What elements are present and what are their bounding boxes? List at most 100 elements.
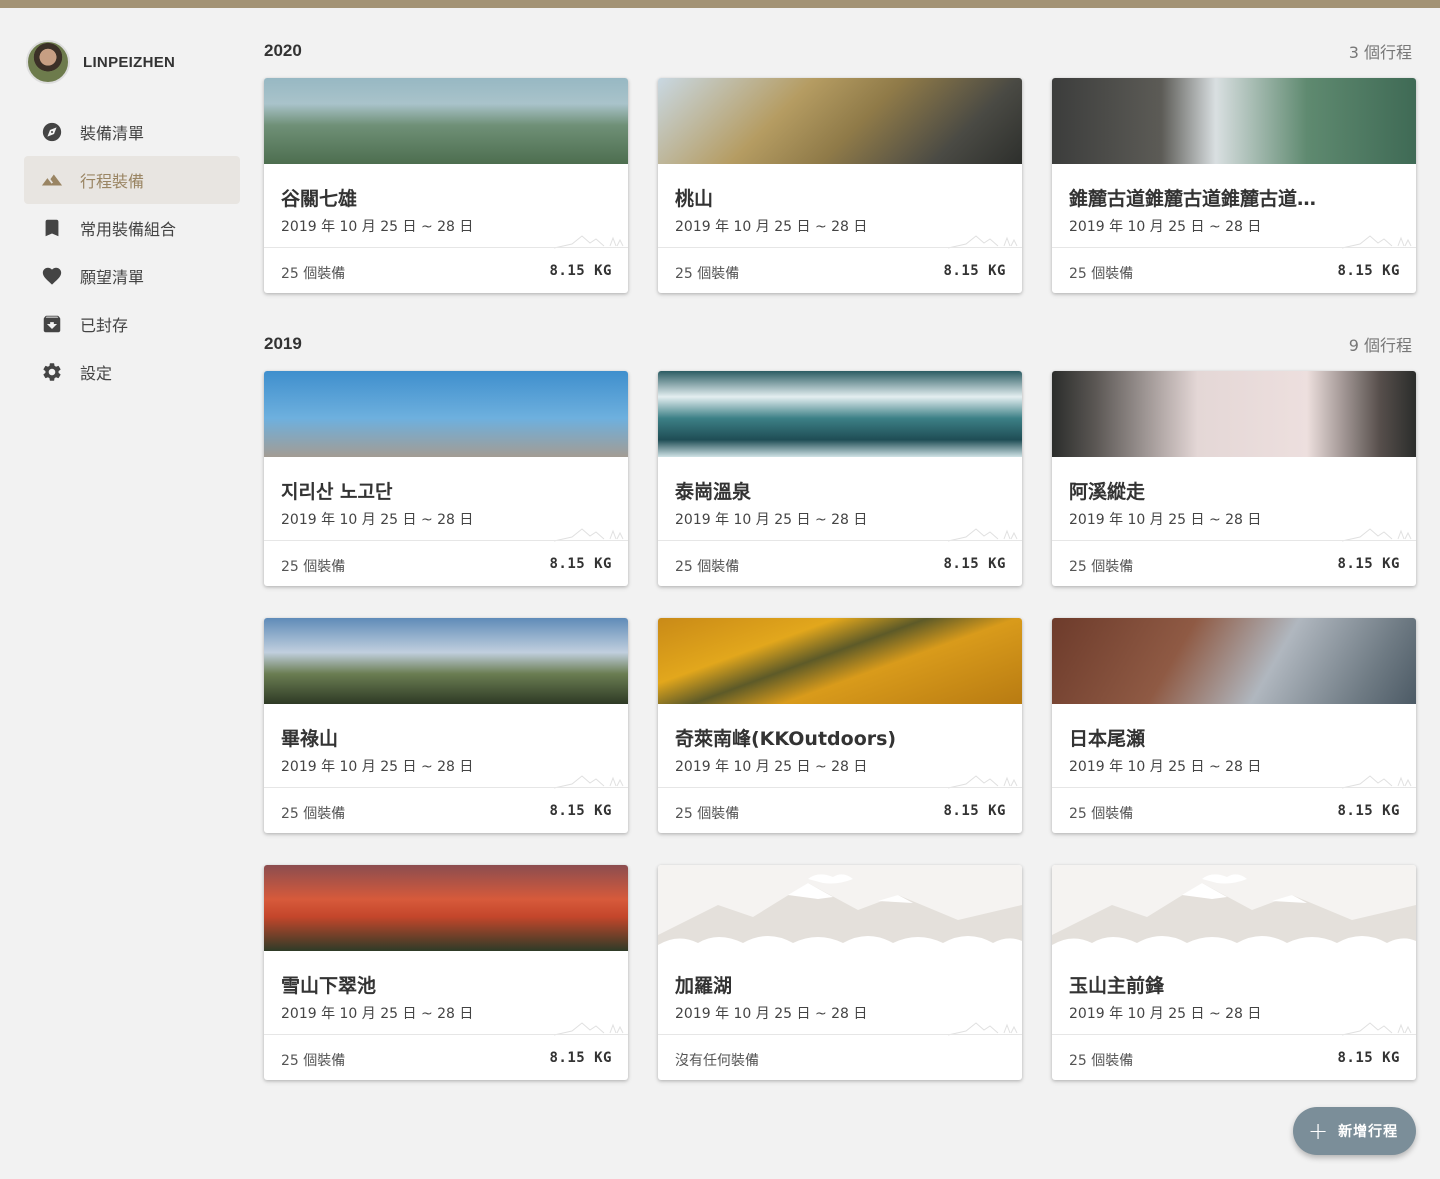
trip-date: 2019 年 10 月 25 日 ~ 28 日 — [281, 1006, 474, 1022]
trip-title: 日本尾瀬 — [1069, 728, 1146, 750]
trip-cover-image — [658, 78, 1022, 164]
trip-card[interactable]: 玉山主前鋒 2019 年 10 月 25 日 ~ 28 日 25 個裝備 8.1… — [1052, 865, 1416, 1080]
card-divider — [1052, 540, 1416, 541]
trip-card[interactable]: 桃山 2019 年 10 月 25 日 ~ 28 日 25 個裝備 8.15 K… — [658, 78, 1022, 293]
trip-weight: 8.15 KG — [549, 556, 612, 572]
user-profile[interactable]: LINPEIZHEN — [26, 40, 175, 84]
trip-title: 加羅湖 — [675, 975, 733, 997]
card-divider — [264, 787, 628, 788]
section-year: 2020 — [264, 41, 302, 60]
sidebar-nav: 裝備清單 行程裝備 常用裝備組合 願望清單 已封存 設定 — [24, 108, 240, 396]
trip-card[interactable]: 지리산 노고단 2019 年 10 月 25 日 ~ 28 日 25 個裝備 8… — [264, 371, 628, 586]
trip-weight: 8.15 KG — [549, 1050, 612, 1066]
avatar[interactable] — [26, 40, 70, 84]
trip-card[interactable]: 畢祿山 2019 年 10 月 25 日 ~ 28 日 25 個裝備 8.15 … — [264, 618, 628, 833]
trip-gear-count: 25 個裝備 — [675, 559, 740, 575]
trip-title: 阿溪縱走 — [1069, 481, 1146, 503]
mountain-cloud-icon — [658, 874, 1022, 951]
card-divider — [264, 247, 628, 248]
gear-icon — [40, 360, 64, 384]
compass-icon — [40, 120, 64, 144]
trip-title: 畢祿山 — [281, 728, 339, 750]
trip-date: 2019 年 10 月 25 日 ~ 28 日 — [675, 219, 868, 235]
card-divider — [1052, 787, 1416, 788]
trip-cover-image — [1052, 618, 1416, 704]
trip-weight: 8.15 KG — [943, 803, 1006, 819]
trip-gear-count: 25 個裝備 — [1069, 559, 1134, 575]
heart-icon — [40, 264, 64, 288]
trip-cover-image — [658, 371, 1022, 457]
trip-cover-image — [264, 371, 628, 457]
trip-card[interactable]: 泰崗溫泉 2019 年 10 月 25 日 ~ 28 日 25 個裝備 8.15… — [658, 371, 1022, 586]
trip-cover-placeholder — [658, 865, 1022, 951]
trip-weight: 8.15 KG — [943, 263, 1006, 279]
trip-title: 지리산 노고단 — [281, 481, 393, 503]
trip-title: 玉山主前鋒 — [1069, 975, 1165, 997]
trip-card[interactable]: 日本尾瀬 2019 年 10 月 25 日 ~ 28 日 25 個裝備 8.15… — [1052, 618, 1416, 833]
card-divider — [658, 1034, 1022, 1035]
trip-weight: 8.15 KG — [1337, 263, 1400, 279]
trip-title: 錐麓古道錐麓古道錐麓古道… — [1069, 188, 1317, 210]
add-trip-button[interactable]: + 新增行程 — [1293, 1107, 1416, 1155]
trip-card[interactable]: 谷關七雄 2019 年 10 月 25 日 ~ 28 日 25 個裝備 8.15… — [264, 78, 628, 293]
trip-date: 2019 年 10 月 25 日 ~ 28 日 — [1069, 759, 1262, 775]
card-divider — [264, 540, 628, 541]
trip-gear-count: 25 個裝備 — [281, 559, 346, 575]
trip-cover-image — [264, 618, 628, 704]
trip-weight: 8.15 KG — [549, 803, 612, 819]
sidebar-item-wishlist[interactable]: 願望清單 — [24, 252, 240, 300]
trip-card[interactable]: 奇萊南峰(KKOutdoors) 2019 年 10 月 25 日 ~ 28 日… — [658, 618, 1022, 833]
sidebar-item-label: 行程裝備 — [80, 172, 145, 191]
plus-icon: + — [1308, 1117, 1329, 1145]
sidebar-item-label: 設定 — [80, 364, 113, 383]
trip-card[interactable]: 加羅湖 2019 年 10 月 25 日 ~ 28 日 沒有任何裝備 — [658, 865, 1022, 1080]
sidebar-item-trip-gear[interactable]: 行程裝備 — [24, 156, 240, 204]
card-divider — [264, 1034, 628, 1035]
card-divider — [658, 787, 1022, 788]
trip-date: 2019 年 10 月 25 日 ~ 28 日 — [281, 219, 474, 235]
sidebar-item-label: 已封存 — [80, 316, 129, 335]
trip-gear-count: 25 個裝備 — [1069, 266, 1134, 282]
trip-date: 2019 年 10 月 25 日 ~ 28 日 — [281, 759, 474, 775]
trip-weight: 8.15 KG — [549, 263, 612, 279]
trip-gear-count: 25 個裝備 — [1069, 806, 1134, 822]
sidebar-item-archived[interactable]: 已封存 — [24, 300, 240, 348]
trip-date: 2019 年 10 月 25 日 ~ 28 日 — [1069, 1006, 1262, 1022]
trip-date: 2019 年 10 月 25 日 ~ 28 日 — [281, 512, 474, 528]
mountain-cloud-icon — [1052, 874, 1416, 951]
card-divider — [658, 247, 1022, 248]
trip-date: 2019 年 10 月 25 日 ~ 28 日 — [675, 512, 868, 528]
top-accent-bar — [0, 0, 1440, 8]
trip-cover-image — [1052, 371, 1416, 457]
trip-gear-count: 25 個裝備 — [1069, 1053, 1134, 1069]
sidebar-item-settings[interactable]: 設定 — [24, 348, 240, 396]
trip-title: 桃山 — [675, 188, 714, 210]
trip-title: 奇萊南峰(KKOutdoors) — [675, 728, 897, 750]
trip-date: 2019 年 10 月 25 日 ~ 28 日 — [1069, 512, 1262, 528]
trip-card[interactable]: 錐麓古道錐麓古道錐麓古道… 2019 年 10 月 25 日 ~ 28 日 25… — [1052, 78, 1416, 293]
trip-title: 泰崗溫泉 — [675, 481, 752, 503]
card-divider — [1052, 1034, 1416, 1035]
sidebar-item-gear-list[interactable]: 裝備清單 — [24, 108, 240, 156]
trip-weight: 8.15 KG — [943, 556, 1006, 572]
archive-icon — [40, 312, 64, 336]
trip-gear-count: 25 個裝備 — [675, 266, 740, 282]
section-header-2019: 2019 9 個行程 — [264, 332, 1412, 356]
trip-cover-image — [658, 618, 1022, 704]
sidebar-item-label: 常用裝備組合 — [80, 220, 177, 239]
trip-gear-count: 25 個裝備 — [281, 806, 346, 822]
trip-gear-count: 25 個裝備 — [281, 266, 346, 282]
section-header-2020: 2020 3 個行程 — [264, 39, 1412, 63]
sidebar-item-gear-sets[interactable]: 常用裝備組合 — [24, 204, 240, 252]
trip-card[interactable]: 雪山下翠池 2019 年 10 月 25 日 ~ 28 日 25 個裝備 8.1… — [264, 865, 628, 1080]
card-divider — [658, 540, 1022, 541]
trip-weight: 8.15 KG — [1337, 556, 1400, 572]
trip-gear-count: 沒有任何裝備 — [675, 1053, 759, 1069]
add-trip-label: 新增行程 — [1338, 1124, 1399, 1140]
trip-card[interactable]: 阿溪縱走 2019 年 10 月 25 日 ~ 28 日 25 個裝備 8.15… — [1052, 371, 1416, 586]
trip-gear-count: 25 個裝備 — [675, 806, 740, 822]
section-year: 2019 — [264, 334, 302, 353]
username: LINPEIZHEN — [83, 53, 176, 71]
trip-date: 2019 年 10 月 25 日 ~ 28 日 — [675, 759, 868, 775]
trip-cover-image — [264, 865, 628, 951]
